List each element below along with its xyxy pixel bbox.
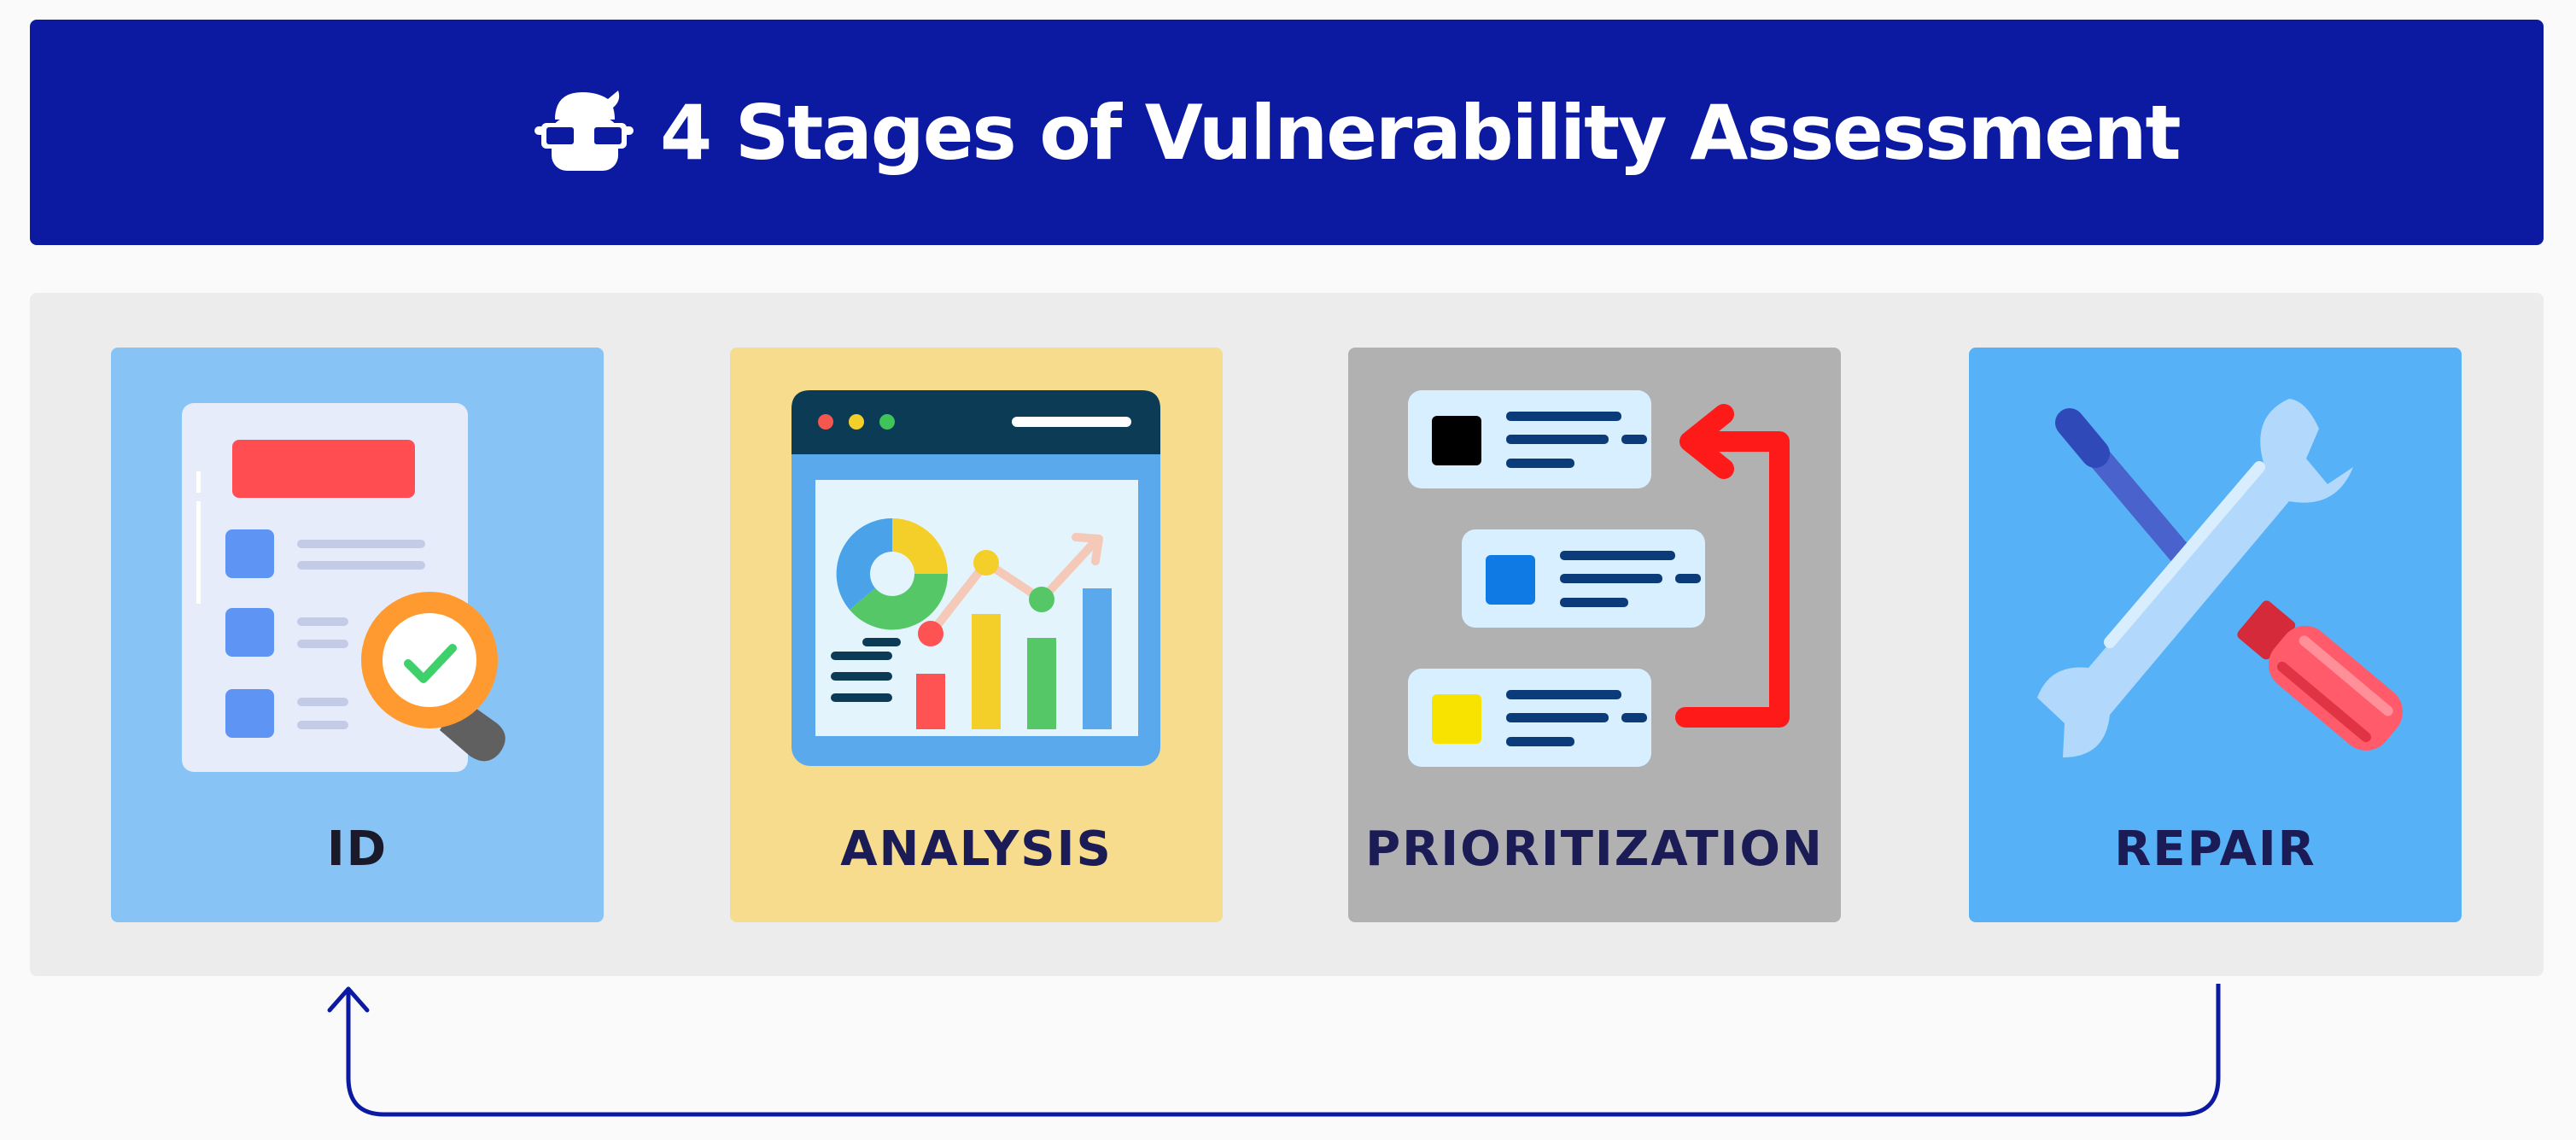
analytics-dashboard-icon (791, 390, 1160, 766)
infographic-page: 4 Stages of Vulnerability Assessment ID (0, 0, 2576, 1140)
stage-label-id: ID (326, 821, 388, 877)
stage-card-repair: REPAIR (1969, 348, 2462, 922)
checklist-magnifier-icon (182, 403, 505, 772)
stage-label-prioritization: PRIORITIZATION (1365, 821, 1824, 877)
stage-label-repair: REPAIR (2114, 821, 2316, 877)
stage-card-prioritization: PRIORITIZATION (1348, 348, 1841, 922)
priority-list-icon (1408, 390, 1790, 767)
wrench-screwdriver-icon (2037, 399, 2404, 757)
arrowhead-icon (327, 986, 370, 1013)
title-group: 4 Stages of Vulnerability Assessment (529, 20, 2182, 245)
stage-card-analysis: ANALYSIS (730, 348, 1223, 922)
stage-card-id: ID (111, 348, 604, 922)
page-title: 4 Stages of Vulnerability Assessment (660, 88, 2182, 177)
nerd-mascot-icon (534, 91, 634, 171)
title-banner: 4 Stages of Vulnerability Assessment (30, 20, 2544, 245)
stage-label-analysis: ANALYSIS (840, 821, 1113, 877)
